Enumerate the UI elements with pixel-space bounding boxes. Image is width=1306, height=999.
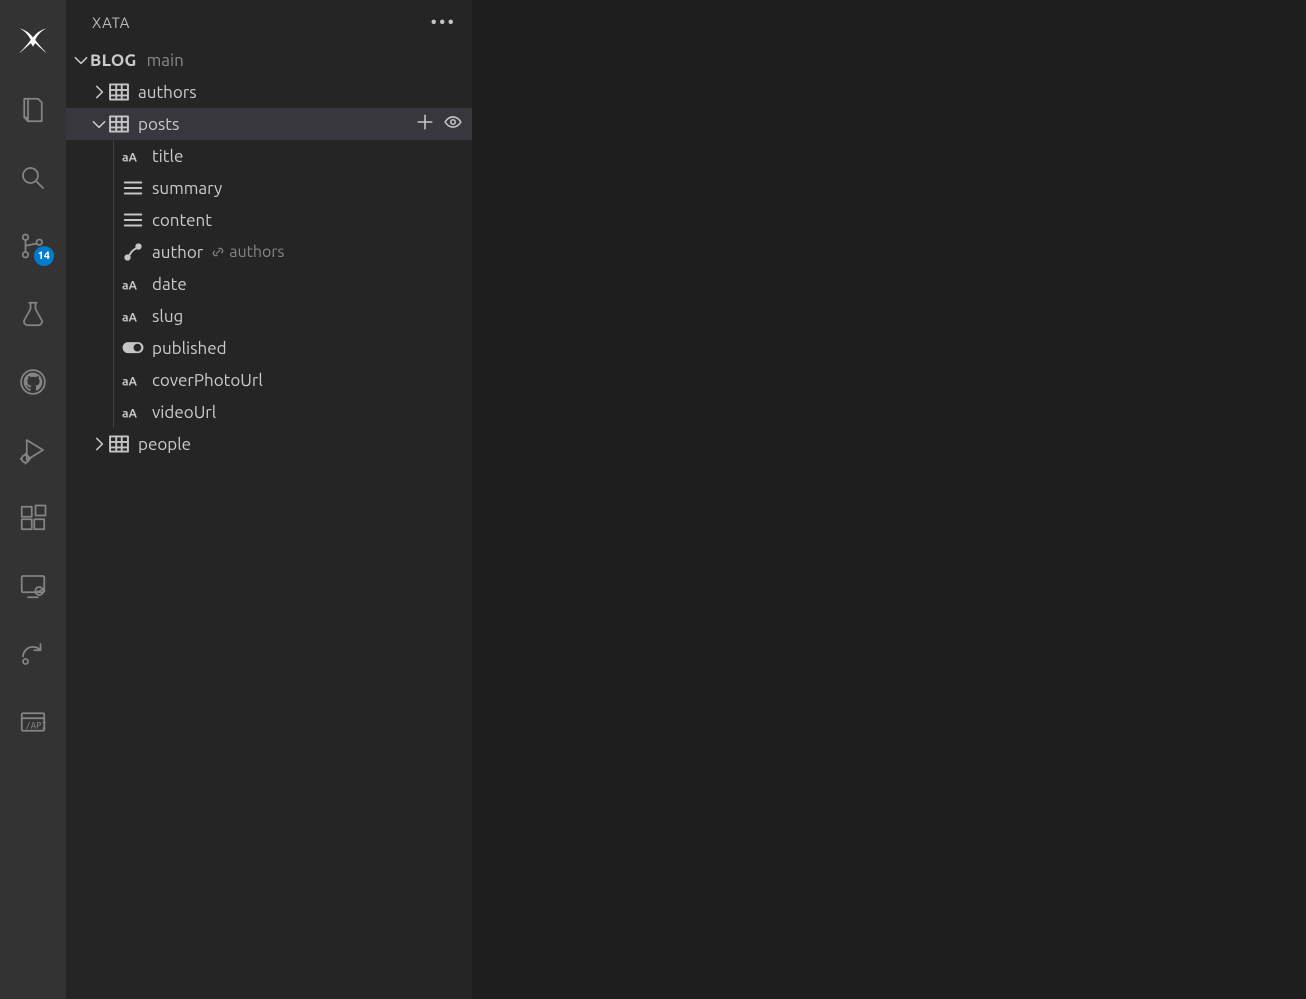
column-videoUrl[interactable]: aA videoUrl: [66, 396, 472, 428]
search-icon[interactable]: [0, 144, 66, 212]
table-label: authors: [138, 83, 197, 102]
database-branch: main: [147, 51, 184, 70]
more-actions-icon[interactable]: •••: [431, 12, 456, 32]
text-type-icon: [122, 209, 144, 231]
string-type-icon: aA: [122, 145, 144, 167]
table-label: people: [138, 435, 191, 454]
panel-header: XATA •••: [66, 0, 472, 44]
preview-icon[interactable]: [444, 113, 462, 135]
run-debug-icon[interactable]: [0, 416, 66, 484]
live-share-icon[interactable]: [0, 620, 66, 688]
column-label: author: [152, 243, 203, 262]
posts-columns-group: aA title summary content au: [66, 140, 472, 428]
source-control-icon[interactable]: 14: [0, 212, 66, 280]
column-slug[interactable]: aA slug: [66, 300, 472, 332]
column-label: summary: [152, 179, 222, 198]
text-type-icon: [122, 177, 144, 199]
column-label: slug: [152, 307, 183, 326]
xata-logo-icon[interactable]: [0, 8, 66, 76]
svg-text:aA: aA: [122, 279, 138, 292]
column-summary[interactable]: summary: [66, 172, 472, 204]
database-root[interactable]: BLOG main: [66, 44, 472, 76]
table-authors[interactable]: authors: [66, 76, 472, 108]
add-column-icon[interactable]: [416, 113, 434, 135]
table-posts[interactable]: posts: [66, 108, 472, 140]
github-icon[interactable]: [0, 348, 66, 416]
svg-text:aA: aA: [122, 375, 138, 388]
svg-text:aA: aA: [122, 407, 138, 420]
column-label: title: [152, 147, 183, 166]
column-content[interactable]: content: [66, 204, 472, 236]
remote-explorer-icon[interactable]: [0, 552, 66, 620]
table-label: posts: [138, 115, 179, 134]
table-icon: [108, 433, 130, 455]
column-label: date: [152, 275, 187, 294]
chevron-right-icon: [90, 83, 108, 101]
database-tree: BLOG main authors posts: [66, 44, 472, 999]
editor-area: [472, 0, 1306, 999]
svg-text:/API: /API: [26, 721, 47, 731]
explorer-icon[interactable]: [0, 76, 66, 144]
xata-side-panel: XATA ••• BLOG main authors: [66, 0, 472, 999]
chevron-right-icon: [90, 435, 108, 453]
svg-text:aA: aA: [122, 151, 138, 164]
column-label: coverPhotoUrl: [152, 371, 263, 390]
testing-icon[interactable]: [0, 280, 66, 348]
column-author[interactable]: author authors: [66, 236, 472, 268]
string-type-icon: aA: [122, 401, 144, 423]
table-icon: [108, 81, 130, 103]
column-title[interactable]: aA title: [66, 140, 472, 172]
column-label: content: [152, 211, 212, 230]
panel-title: XATA: [92, 14, 130, 31]
api-icon[interactable]: /API: [0, 688, 66, 756]
source-control-badge: 14: [34, 246, 54, 266]
table-icon: [108, 113, 130, 135]
linked-table-ref: authors: [211, 243, 284, 261]
column-label: videoUrl: [152, 403, 216, 422]
string-type-icon: aA: [122, 273, 144, 295]
table-people[interactable]: people: [66, 428, 472, 460]
column-published[interactable]: published: [66, 332, 472, 364]
string-type-icon: aA: [122, 369, 144, 391]
column-date[interactable]: aA date: [66, 268, 472, 300]
activity-bar: 14 /API: [0, 0, 66, 999]
database-name: BLOG: [90, 51, 137, 70]
column-coverPhotoUrl[interactable]: aA coverPhotoUrl: [66, 364, 472, 396]
extensions-icon[interactable]: [0, 484, 66, 552]
chevron-down-icon: [90, 115, 108, 133]
link-type-icon: [122, 241, 144, 263]
column-label: published: [152, 339, 227, 358]
bool-type-icon: [122, 337, 144, 359]
chevron-down-icon: [72, 51, 90, 69]
svg-text:aA: aA: [122, 311, 138, 324]
string-type-icon: aA: [122, 305, 144, 327]
